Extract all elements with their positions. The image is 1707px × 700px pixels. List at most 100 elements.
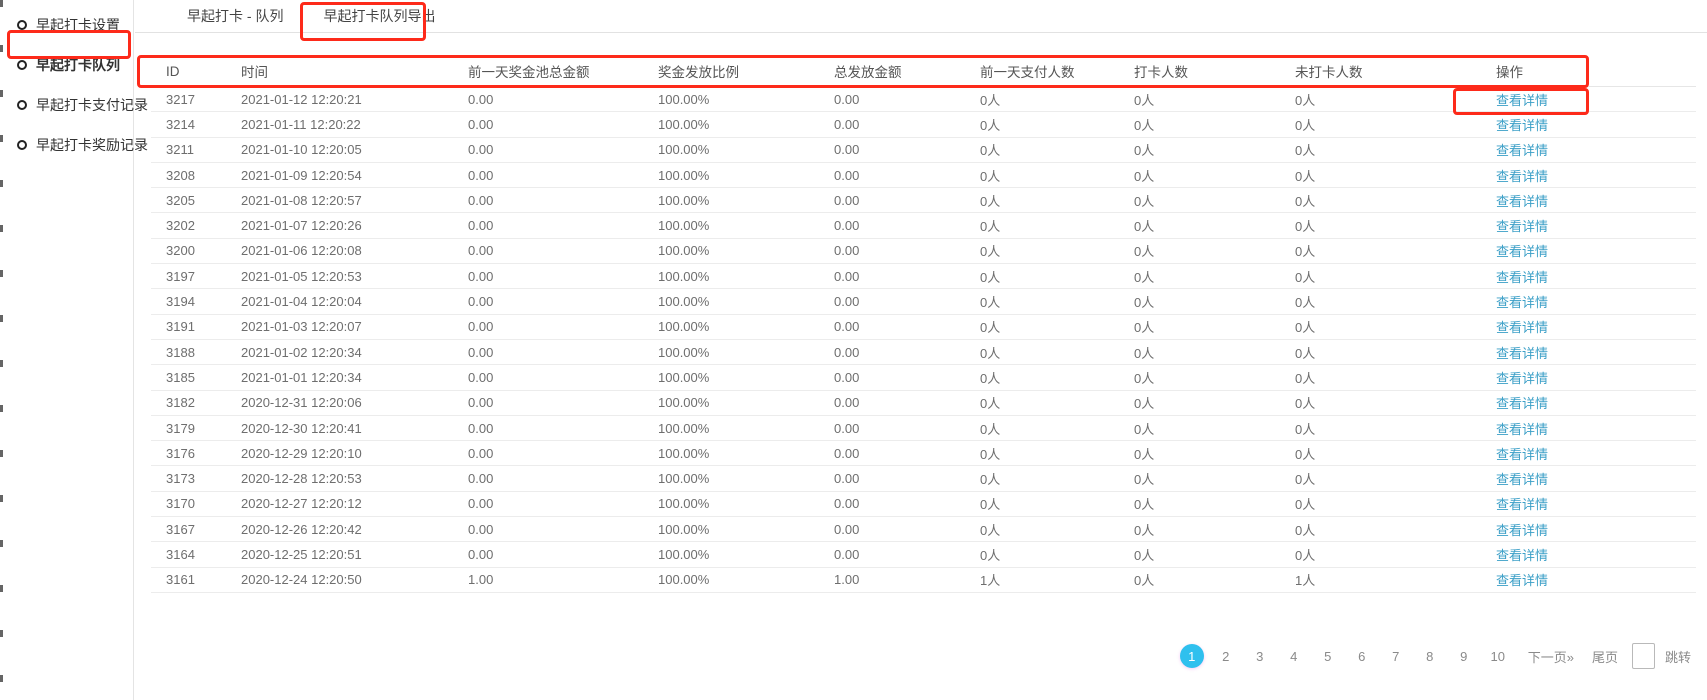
page-number-3[interactable]: 3 bbox=[1248, 644, 1272, 668]
page-number-2[interactable]: 2 bbox=[1214, 644, 1238, 668]
table-cell: 0.00 bbox=[468, 471, 658, 486]
page-number-1[interactable]: 1 bbox=[1180, 644, 1204, 668]
table-cell: 0.00 bbox=[468, 496, 658, 511]
table-cell: 0.00 bbox=[468, 117, 658, 132]
table-cell: 100.00% bbox=[658, 243, 834, 258]
table-cell: 0人 bbox=[980, 494, 1134, 513]
table-cell: 0.00 bbox=[468, 142, 658, 157]
table-cell-action: 查看详情 bbox=[1496, 317, 1696, 336]
view-detail-link[interactable]: 查看详情 bbox=[1496, 396, 1548, 411]
last-page-button[interactable]: 尾页 bbox=[1592, 647, 1618, 666]
table-cell: 0人 bbox=[1295, 494, 1496, 513]
table-row: 32112021-01-10 12:20:050.00100.00%0.000人… bbox=[151, 138, 1696, 163]
view-detail-link[interactable]: 查看详情 bbox=[1496, 270, 1548, 285]
view-detail-link[interactable]: 查看详情 bbox=[1496, 472, 1548, 487]
table-row: 31882021-01-02 12:20:340.00100.00%0.000人… bbox=[151, 340, 1696, 365]
table-cell: 3167 bbox=[166, 522, 241, 537]
view-detail-link[interactable]: 查看详情 bbox=[1496, 548, 1548, 563]
view-detail-link[interactable]: 查看详情 bbox=[1496, 118, 1548, 133]
sidebar-item[interactable]: 早起打卡队列 bbox=[3, 45, 133, 85]
view-detail-link[interactable]: 查看详情 bbox=[1496, 523, 1548, 538]
table-cell: 0.00 bbox=[834, 294, 980, 309]
table-cell: 3191 bbox=[166, 319, 241, 334]
view-detail-link[interactable]: 查看详情 bbox=[1496, 346, 1548, 361]
table-row: 31822020-12-31 12:20:060.00100.00%0.000人… bbox=[151, 391, 1696, 416]
view-detail-link[interactable]: 查看详情 bbox=[1496, 320, 1548, 335]
page-jump-input[interactable] bbox=[1632, 643, 1655, 669]
view-detail-link[interactable]: 查看详情 bbox=[1496, 244, 1548, 259]
table-cell: 0人 bbox=[1134, 216, 1295, 235]
table-cell: 100.00% bbox=[658, 496, 834, 511]
table-cell: 100.00% bbox=[658, 92, 834, 107]
table-cell: 0人 bbox=[1295, 115, 1496, 134]
view-detail-link[interactable]: 查看详情 bbox=[1496, 447, 1548, 462]
sidebar-item[interactable]: 早起打卡支付记录 bbox=[3, 85, 133, 125]
table-cell: 0人 bbox=[980, 469, 1134, 488]
sidebar-item-label: 早起打卡设置 bbox=[36, 15, 120, 35]
table-cell: 0人 bbox=[1295, 520, 1496, 539]
table-cell: 0人 bbox=[980, 292, 1134, 311]
table-cell: 100.00% bbox=[658, 319, 834, 334]
table-cell: 0人 bbox=[1295, 545, 1496, 564]
column-header: 打卡人数 bbox=[1134, 61, 1295, 81]
sidebar-item[interactable]: 早起打卡设置 bbox=[3, 5, 133, 45]
table-cell-action: 查看详情 bbox=[1496, 241, 1696, 260]
table-row: 31672020-12-26 12:20:420.00100.00%0.000人… bbox=[151, 517, 1696, 542]
table-cell: 0人 bbox=[980, 267, 1134, 286]
table-cell: 0.00 bbox=[468, 218, 658, 233]
table-cell: 0.00 bbox=[468, 243, 658, 258]
page-number-8[interactable]: 8 bbox=[1418, 644, 1442, 668]
table-row: 31762020-12-29 12:20:100.00100.00%0.000人… bbox=[151, 441, 1696, 466]
page-number-5[interactable]: 5 bbox=[1316, 644, 1340, 668]
table-cell: 2021-01-01 12:20:34 bbox=[241, 370, 468, 385]
page-number-6[interactable]: 6 bbox=[1350, 644, 1374, 668]
table-cell: 3176 bbox=[166, 446, 241, 461]
table-row: 32022021-01-07 12:20:260.00100.00%0.000人… bbox=[151, 213, 1696, 238]
next-page-button[interactable]: 下一页» bbox=[1528, 647, 1574, 666]
view-detail-link[interactable]: 查看详情 bbox=[1496, 422, 1548, 437]
table-cell: 0.00 bbox=[834, 117, 980, 132]
table-cell: 0.00 bbox=[468, 522, 658, 537]
view-detail-link[interactable]: 查看详情 bbox=[1496, 194, 1548, 209]
table-cell: 3185 bbox=[166, 370, 241, 385]
view-detail-link[interactable]: 查看详情 bbox=[1496, 497, 1548, 512]
view-detail-link[interactable]: 查看详情 bbox=[1496, 573, 1548, 588]
table-cell: 100.00% bbox=[658, 269, 834, 284]
jump-button[interactable]: 跳转 bbox=[1665, 647, 1691, 666]
table-cell: 3188 bbox=[166, 345, 241, 360]
table-cell: 2020-12-30 12:20:41 bbox=[241, 421, 468, 436]
table-cell: 3182 bbox=[166, 395, 241, 410]
table-row: 32142021-01-11 12:20:220.00100.00%0.000人… bbox=[151, 112, 1696, 137]
table-cell: 0人 bbox=[1134, 444, 1295, 463]
view-detail-link[interactable]: 查看详情 bbox=[1496, 371, 1548, 386]
table-cell-action: 查看详情 bbox=[1496, 368, 1696, 387]
view-detail-link[interactable]: 查看详情 bbox=[1496, 93, 1548, 108]
page-number-7[interactable]: 7 bbox=[1384, 644, 1408, 668]
table-cell: 0.00 bbox=[468, 294, 658, 309]
view-detail-link[interactable]: 查看详情 bbox=[1496, 143, 1548, 158]
tab-export[interactable]: 早起打卡队列导出 bbox=[323, 6, 435, 26]
view-detail-link[interactable]: 查看详情 bbox=[1496, 219, 1548, 234]
view-detail-link[interactable]: 查看详情 bbox=[1496, 169, 1548, 184]
view-detail-link[interactable]: 查看详情 bbox=[1496, 295, 1548, 310]
table-cell: 0人 bbox=[1134, 115, 1295, 134]
table-row: 32002021-01-06 12:20:080.00100.00%0.000人… bbox=[151, 239, 1696, 264]
table-cell: 0.00 bbox=[834, 522, 980, 537]
radio-circle-icon bbox=[17, 140, 27, 150]
table-cell: 100.00% bbox=[658, 471, 834, 486]
table-cell: 100.00% bbox=[658, 522, 834, 537]
page-number-4[interactable]: 4 bbox=[1282, 644, 1306, 668]
tab-queue[interactable]: 早起打卡 - 队列 bbox=[187, 6, 283, 26]
page-number-9[interactable]: 9 bbox=[1452, 644, 1476, 668]
table-cell: 0人 bbox=[980, 216, 1134, 235]
table-cell: 0人 bbox=[980, 545, 1134, 564]
page-number-10[interactable]: 10 bbox=[1486, 644, 1510, 668]
table-cell: 0.00 bbox=[468, 446, 658, 461]
table-cell: 100.00% bbox=[658, 421, 834, 436]
table-cell: 0.00 bbox=[834, 471, 980, 486]
sidebar-item[interactable]: 早起打卡奖励记录 bbox=[3, 125, 133, 165]
table-cell: 0人 bbox=[1295, 368, 1496, 387]
table-cell: 0人 bbox=[1134, 494, 1295, 513]
table-cell: 0.00 bbox=[468, 345, 658, 360]
table-cell-action: 查看详情 bbox=[1496, 140, 1696, 159]
